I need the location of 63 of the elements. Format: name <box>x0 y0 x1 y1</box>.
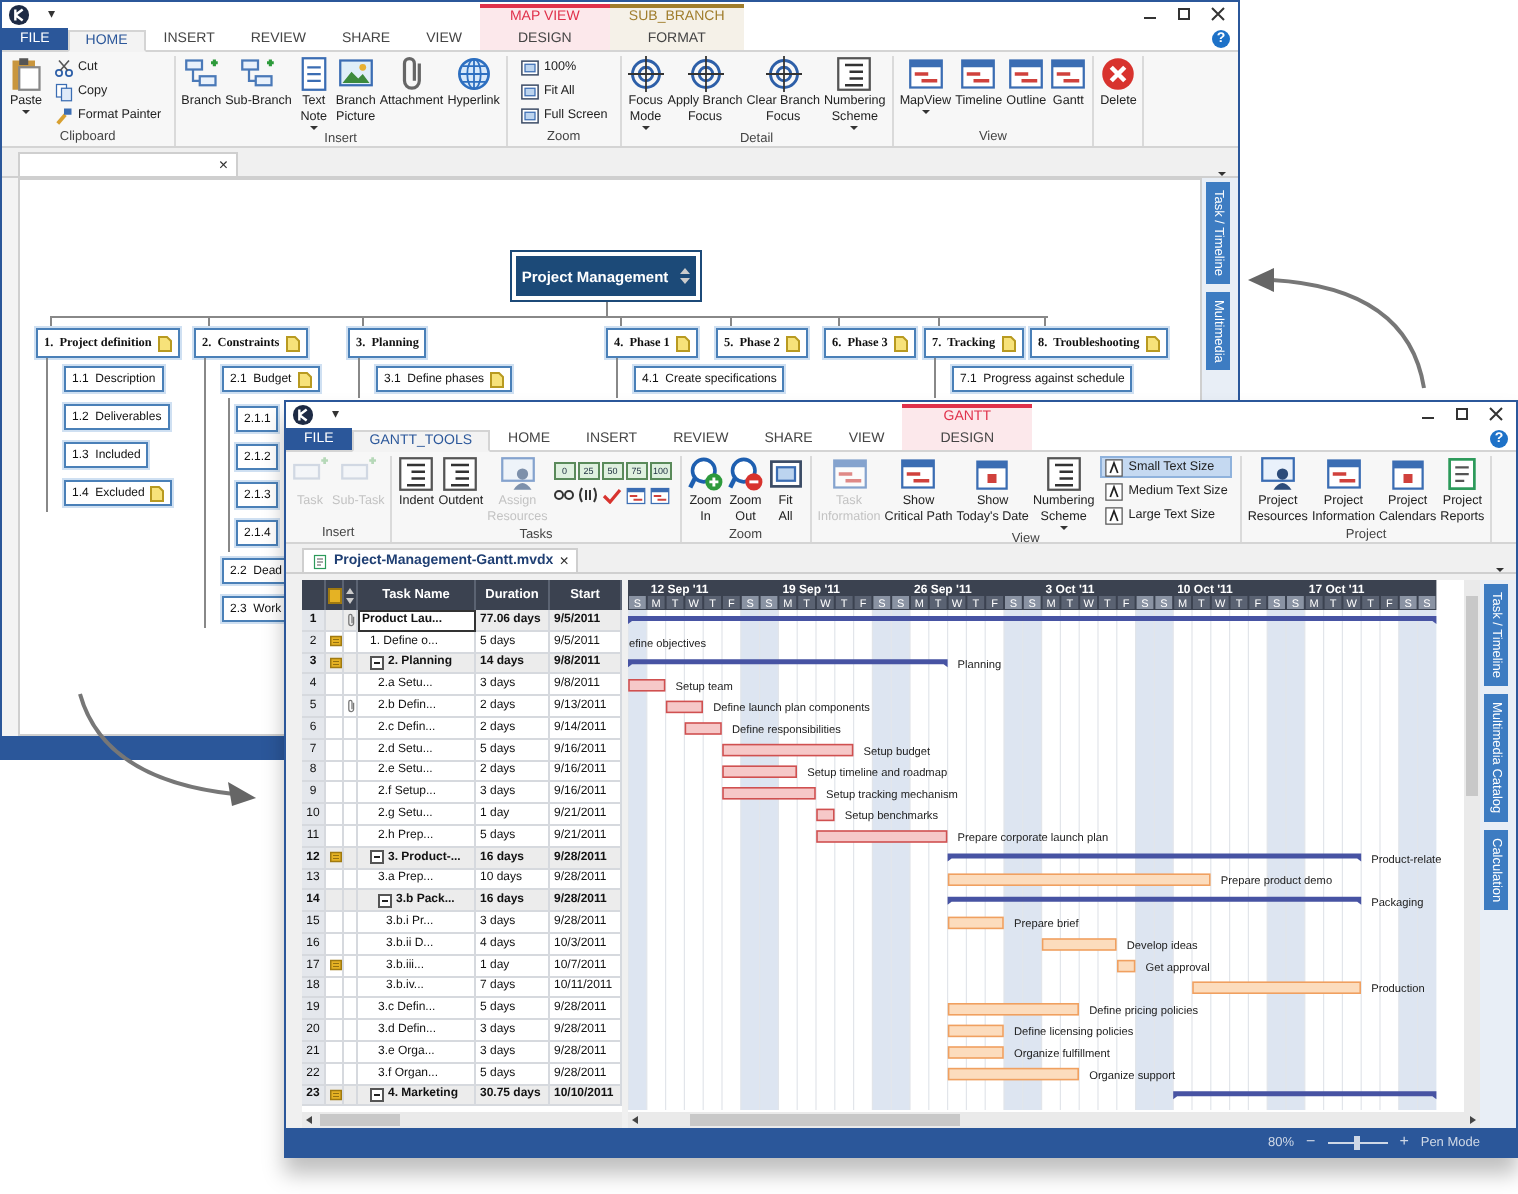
note-icon <box>330 958 342 973</box>
scissors-icon <box>54 57 74 77</box>
grid-icon <box>649 486 670 506</box>
sort-icon <box>680 268 691 284</box>
frame-icon <box>519 57 540 77</box>
paperclip-icon <box>348 698 356 715</box>
document-tab[interactable]: × <box>18 152 238 176</box>
note-icon <box>675 335 690 351</box>
frame-icon <box>519 105 540 125</box>
collapse-icon[interactable] <box>378 893 392 908</box>
close-icon[interactable] <box>1210 6 1226 22</box>
close-tab-button[interactable]: × <box>559 553 569 569</box>
collapse-icon[interactable] <box>370 1087 384 1102</box>
text-size-icon <box>1104 505 1125 525</box>
branch-icon <box>183 56 220 92</box>
scrollbar-thumb[interactable] <box>320 1114 400 1126</box>
brush-icon <box>54 105 74 125</box>
note-icon <box>330 655 342 670</box>
grid-icon <box>831 456 868 492</box>
collapse-icon[interactable] <box>370 655 384 670</box>
note-icon <box>157 335 172 351</box>
globe-icon <box>455 56 492 92</box>
close-tab-button[interactable]: × <box>218 157 228 173</box>
document-icon <box>312 553 328 569</box>
target-icon <box>627 56 664 92</box>
restore-icon[interactable] <box>1454 406 1470 422</box>
note-icon <box>330 634 342 649</box>
restore-icon[interactable] <box>1176 6 1192 22</box>
note-icon <box>327 587 341 603</box>
paperclip-icon <box>348 611 356 628</box>
note-icon <box>285 335 300 351</box>
sort-icon <box>346 587 354 603</box>
scrollbar-thumb[interactable] <box>1466 596 1478 796</box>
text-size-icon <box>1104 457 1125 477</box>
paperclip-icon <box>401 56 422 92</box>
link-icon[interactable] <box>553 486 574 504</box>
scrollbar-thumb[interactable] <box>690 1114 960 1126</box>
note-icon <box>1145 335 1160 351</box>
note-icon <box>893 335 908 351</box>
slider-thumb[interactable] <box>1354 1135 1361 1149</box>
note-icon <box>490 371 505 387</box>
note-icon <box>297 371 312 387</box>
copy-icon <box>54 81 74 101</box>
collapse-icon[interactable] <box>370 850 384 865</box>
note-icon <box>150 485 165 501</box>
close-icon[interactable] <box>1488 406 1504 422</box>
note-icon <box>330 850 342 865</box>
frame-icon <box>519 81 540 101</box>
person-icon <box>499 456 536 492</box>
text-size-icon <box>1104 481 1125 501</box>
note-icon <box>1001 335 1016 351</box>
person-icon <box>1259 456 1296 492</box>
note-icon <box>785 335 800 351</box>
target-icon <box>765 56 802 92</box>
branch-icon <box>240 56 277 92</box>
zoom-out-button[interactable]: − <box>1306 1134 1316 1150</box>
note-icon <box>330 1087 342 1102</box>
split-icon[interactable] <box>577 486 598 504</box>
target-icon <box>687 56 724 92</box>
check-icon[interactable] <box>601 486 622 504</box>
zoom-in-button[interactable]: + <box>1399 1134 1409 1150</box>
picture-icon <box>337 56 374 92</box>
grid-icon <box>625 486 646 506</box>
